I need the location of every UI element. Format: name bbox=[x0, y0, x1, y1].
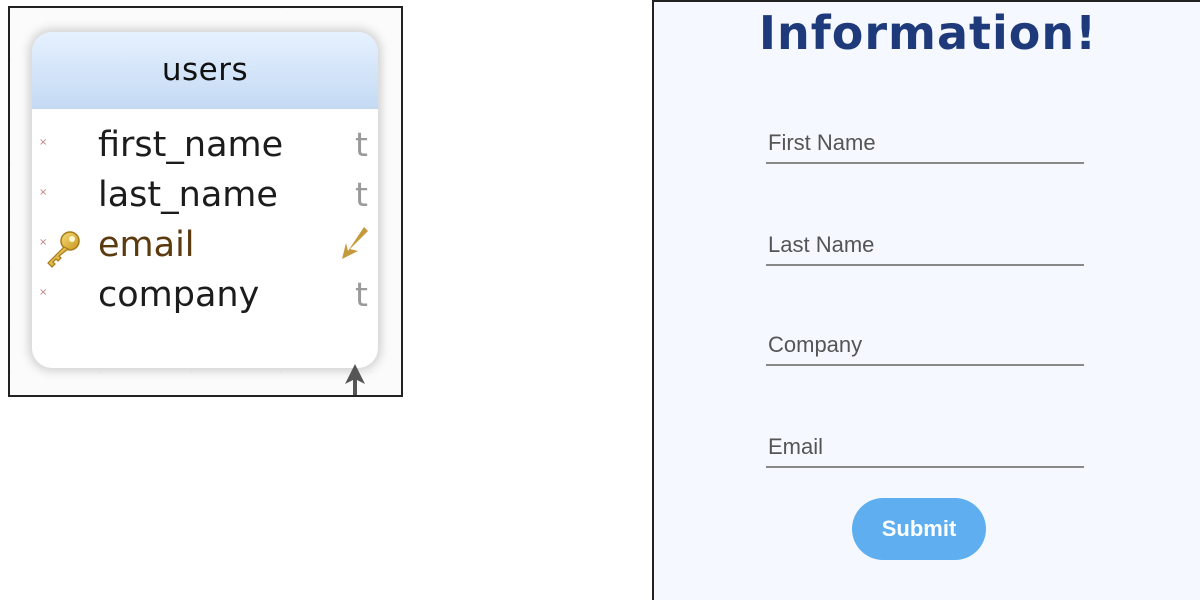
column-type: t bbox=[355, 125, 368, 164]
submit-button[interactable]: Submit bbox=[852, 498, 986, 560]
last-name-field[interactable] bbox=[766, 226, 1084, 266]
column-row-first-name[interactable]: × first_name t bbox=[32, 123, 378, 173]
company-field[interactable] bbox=[766, 326, 1084, 366]
not-null-marker-icon: × bbox=[39, 137, 48, 148]
column-list: × first_name t × last_name t × email × c… bbox=[32, 109, 378, 323]
company-input[interactable] bbox=[766, 326, 1084, 364]
email-input[interactable] bbox=[766, 428, 1084, 466]
information-form-panel: Information! Submit bbox=[652, 0, 1200, 600]
schema-diagram-panel: users × first_name t × last_name t × ema… bbox=[8, 6, 403, 397]
column-row-company[interactable]: × company t bbox=[32, 273, 378, 323]
column-name: email bbox=[98, 225, 195, 265]
not-null-marker-icon: × bbox=[39, 287, 48, 298]
last-name-input[interactable] bbox=[766, 226, 1084, 264]
users-table-entity[interactable]: users × first_name t × last_name t × ema… bbox=[32, 32, 378, 368]
form-title: Information! bbox=[758, 6, 1098, 60]
foreign-key-arrow-icon bbox=[342, 227, 368, 259]
not-null-marker-icon: × bbox=[39, 187, 48, 198]
column-name: last_name bbox=[98, 175, 278, 215]
column-type: t bbox=[355, 275, 368, 314]
first-name-input[interactable] bbox=[766, 124, 1084, 162]
column-row-email[interactable]: × email bbox=[32, 223, 378, 273]
column-name: first_name bbox=[98, 125, 284, 165]
table-title: users bbox=[161, 52, 249, 88]
column-name: company bbox=[98, 275, 260, 315]
key-icon bbox=[47, 231, 80, 268]
column-type: t bbox=[355, 175, 368, 214]
column-row-last-name[interactable]: × last_name t bbox=[32, 173, 378, 223]
email-field[interactable] bbox=[766, 428, 1084, 468]
table-header[interactable]: users bbox=[32, 32, 378, 109]
resize-arrow-icon[interactable] bbox=[344, 362, 366, 397]
first-name-field[interactable] bbox=[766, 124, 1084, 164]
